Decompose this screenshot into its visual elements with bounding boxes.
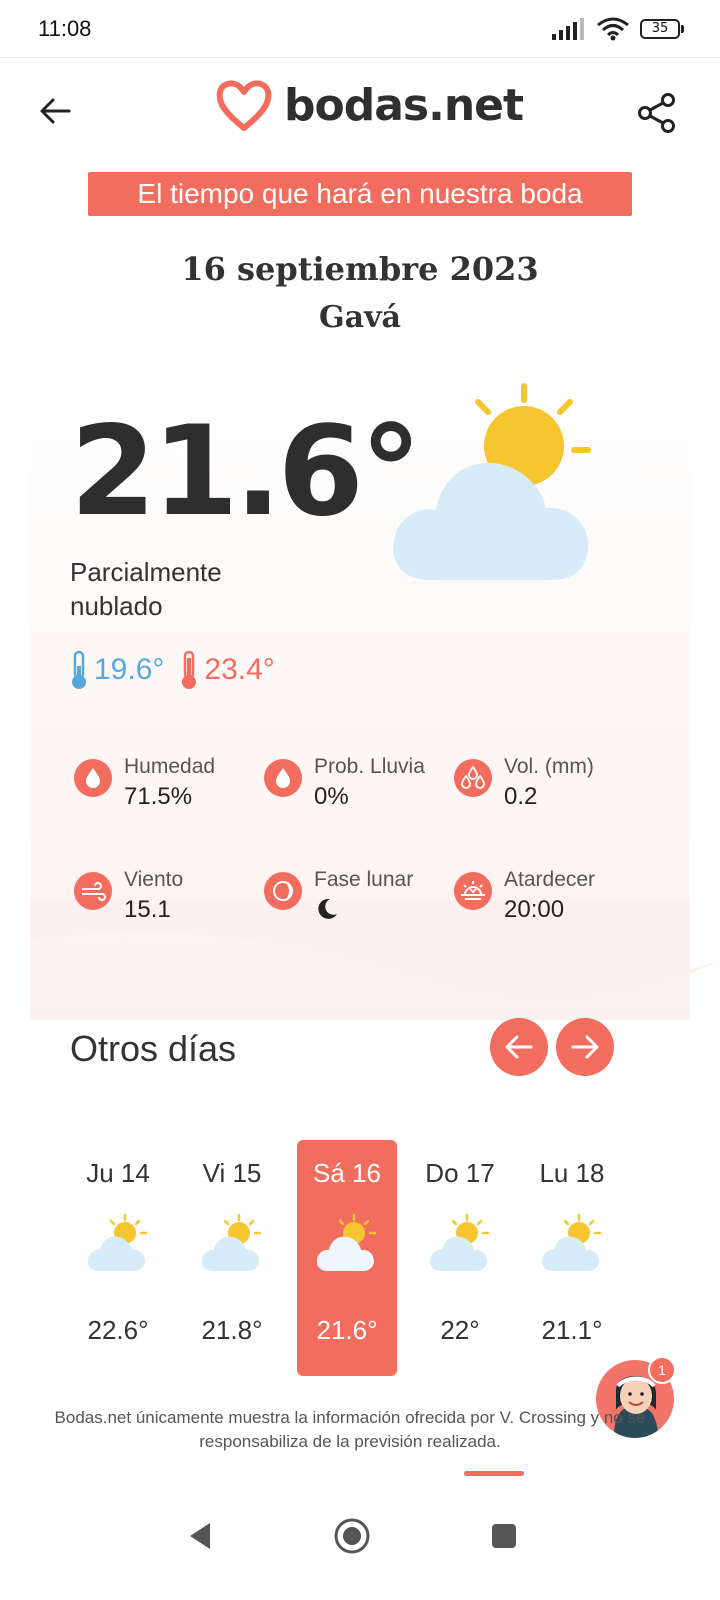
day-item[interactable]: Lu 18 21.1° xyxy=(522,1140,622,1376)
day-name: Do 17 xyxy=(425,1158,495,1188)
stat-label: Prob. Lluvia xyxy=(314,755,425,778)
heart-logo-icon xyxy=(216,80,272,131)
battery-level: 35 xyxy=(640,18,680,39)
day-name: Vi 15 xyxy=(202,1158,262,1188)
status-icons: 35 xyxy=(552,17,684,41)
drops-icon xyxy=(454,759,492,797)
app-header: bodas.net xyxy=(0,58,720,168)
bodas-logo: bodas.net xyxy=(214,78,524,132)
other-days-title: Otros días xyxy=(70,1028,237,1069)
wifi-icon xyxy=(597,17,629,40)
prev-days-button[interactable] xyxy=(490,1018,548,1076)
partly-cloudy-icon xyxy=(87,1213,148,1271)
day-item-selected[interactable]: Sá 16 21.6° xyxy=(297,1140,397,1376)
partly-cloudy-icon xyxy=(429,1213,490,1271)
circle-home-icon xyxy=(334,1518,370,1554)
battery-icon: 35 xyxy=(640,18,684,39)
stat-sunset: Atardecer 20:00 xyxy=(454,868,644,924)
moon-phase-icon xyxy=(264,872,302,910)
wedding-date: 16 septiembre 2023 xyxy=(181,250,539,288)
day-name: Lu 18 xyxy=(539,1158,605,1188)
drop-icon xyxy=(74,759,112,797)
stat-value: 0% xyxy=(314,783,349,810)
day-temperature: 22.6° xyxy=(87,1315,149,1345)
stat-rain-probability: Prob. Lluvia 0% xyxy=(264,755,454,811)
stat-value: 20:00 xyxy=(504,896,565,923)
square-recents-icon xyxy=(492,1524,516,1548)
day-temperature: 21.8° xyxy=(201,1315,263,1345)
sunset-icon xyxy=(454,872,492,910)
stat-wind: Viento 15.1 xyxy=(74,868,264,924)
wind-icon xyxy=(74,872,112,910)
signal-icon xyxy=(552,17,584,40)
day-temperature: 22° xyxy=(440,1315,480,1345)
day-temperature: 21.6° xyxy=(316,1315,378,1345)
max-temperature: 23.4° xyxy=(204,653,275,686)
disclaimer-text: Bodas.net únicamente muestra la informac… xyxy=(54,1408,646,1451)
share-button[interactable] xyxy=(634,90,680,136)
stat-label: Atardecer xyxy=(504,868,596,891)
stat-rain-volume: Vol. (mm) 0.2 xyxy=(454,755,644,811)
system-nav-bar xyxy=(0,1478,720,1600)
stat-label: Vol. (mm) xyxy=(504,755,594,778)
thermometer-hot-icon xyxy=(182,650,197,689)
triangle-back-icon xyxy=(190,1523,210,1549)
share-icon xyxy=(638,93,675,133)
nav-recents-button[interactable] xyxy=(474,1506,534,1566)
weather-condition: Parcialmente nublado xyxy=(70,557,222,621)
partly-cloudy-icon xyxy=(201,1213,262,1271)
day-item[interactable]: Vi 15 21.8° xyxy=(182,1140,282,1376)
day-forecast-list: Ju 14 22.6° Vi 15 21.8° Sá 16 21.6° Do 1… xyxy=(60,1140,660,1380)
stat-value: 0.2 xyxy=(504,783,538,810)
partly-cloudy-icon xyxy=(316,1213,377,1271)
logo-text: bodas.net xyxy=(284,79,524,131)
stat-moon-phase: Fase lunar xyxy=(264,868,454,929)
arrow-left-icon xyxy=(505,1035,533,1059)
day-item[interactable]: Ju 14 22.6° xyxy=(68,1140,168,1376)
nav-back-button[interactable] xyxy=(170,1506,230,1566)
stat-humidity: Humedad 71.5% xyxy=(74,755,264,811)
arrow-left-icon xyxy=(40,98,71,124)
day-item[interactable]: Do 17 22° xyxy=(410,1140,510,1376)
stat-value: 71.5% xyxy=(124,783,193,810)
thermometer-cold-icon xyxy=(72,650,86,689)
stat-value: 15.1 xyxy=(124,896,171,923)
stat-label: Fase lunar xyxy=(314,868,414,891)
day-temperature: 21.1° xyxy=(541,1315,603,1345)
status-bar: 11:08 35 xyxy=(0,0,720,58)
wedding-weather-banner: El tiempo que hará en nuestra boda xyxy=(88,172,632,216)
day-name: Ju 14 xyxy=(86,1158,150,1188)
stat-label: Humedad xyxy=(124,755,216,778)
back-button[interactable] xyxy=(30,86,80,136)
current-temperature: 21.6° xyxy=(70,400,422,544)
notification-badge: 1 xyxy=(648,1356,676,1384)
min-temperature: 19.6° xyxy=(94,653,165,686)
status-time: 11:08 xyxy=(38,15,92,41)
wedding-place: Gavá xyxy=(319,300,401,335)
drop-icon xyxy=(264,759,302,797)
crescent-moon-icon xyxy=(318,898,337,919)
moon-crescent xyxy=(314,896,413,929)
day-name: Sá 16 xyxy=(313,1158,381,1188)
nav-home-button[interactable] xyxy=(322,1506,382,1566)
min-max-temperature: 19.6° 23.4° xyxy=(68,650,275,690)
arrow-right-icon xyxy=(571,1035,599,1059)
partly-cloudy-icon xyxy=(541,1213,602,1271)
scroll-indicator xyxy=(464,1471,524,1476)
stat-label: Viento xyxy=(124,868,184,891)
next-days-button[interactable] xyxy=(556,1018,614,1076)
partly-cloudy-icon xyxy=(393,383,591,580)
